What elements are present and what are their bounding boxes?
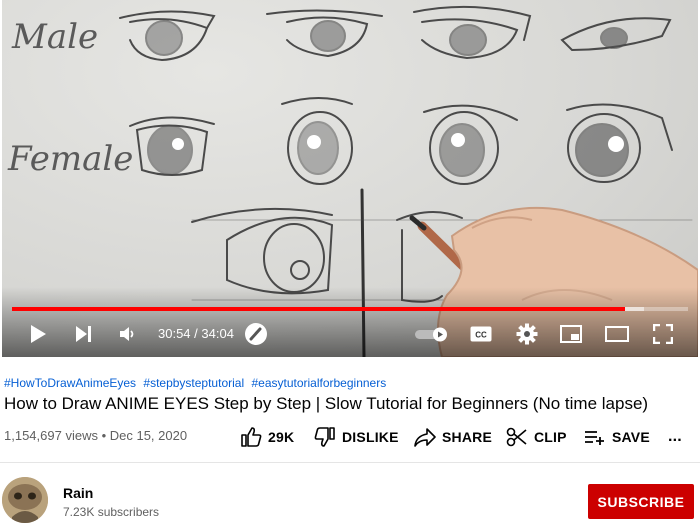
section-divider: [0, 462, 700, 463]
miniplayer-toggle[interactable]: [242, 320, 270, 348]
scissors-icon: [506, 427, 527, 447]
miniplayer-toggle-icon: [245, 323, 267, 345]
save-button[interactable]: SAVE: [584, 424, 650, 450]
dislike-button[interactable]: DISLIKE: [314, 424, 399, 450]
captions-icon: CC: [470, 326, 492, 342]
sketch-label-male: Male: [11, 17, 98, 57]
thumbs-down-icon: [314, 427, 335, 447]
hashtag-list: #HowToDrawAnimeEyes #stepbysteptutorial …: [4, 376, 390, 390]
add-to-playlist-icon: [585, 431, 604, 445]
dislike-label: DISLIKE: [342, 429, 399, 445]
play-button[interactable]: [26, 320, 50, 348]
like-button[interactable]: 29K: [240, 424, 294, 450]
video-meta: 1,154,697 views • Dec 15, 2020: [4, 428, 187, 443]
next-button[interactable]: [72, 320, 96, 348]
svg-text:CC: CC: [475, 331, 487, 340]
subscribe-button[interactable]: SUBSCRIBE: [588, 484, 694, 519]
upload-date: Dec 15, 2020: [109, 428, 188, 443]
avatar-image: [2, 477, 48, 523]
next-icon: [76, 326, 91, 342]
settings-button[interactable]: [514, 320, 540, 348]
hashtag-link[interactable]: #HowToDrawAnimeEyes: [4, 376, 136, 390]
hashtag-link[interactable]: #easytutorialforbeginners: [251, 376, 386, 390]
view-count: 1,154,697 views: [4, 428, 98, 443]
seek-bar-played: [12, 307, 626, 311]
hashtag-link[interactable]: #stepbysteptutorial: [143, 376, 244, 390]
miniplayer-icon: [560, 325, 582, 343]
like-count: 29K: [268, 429, 295, 445]
video-title: How to Draw ANIME EYES Step by Step | Sl…: [4, 394, 649, 413]
meta-separator: •: [97, 428, 110, 443]
current-time: 30:54: [158, 326, 191, 341]
sketch-label-female: Female: [7, 139, 133, 179]
clip-label: CLIP: [534, 429, 567, 445]
video-player[interactable]: Male Female 30:54 / 34:04 CC: [2, 0, 698, 357]
clip-button[interactable]: CLIP: [506, 424, 567, 450]
thumbs-up-icon: [241, 427, 262, 447]
seek-bar[interactable]: [12, 307, 688, 311]
more-actions-button[interactable]: ...: [668, 424, 682, 450]
play-icon: [31, 325, 46, 343]
save-label: SAVE: [612, 429, 650, 445]
autoplay-toggle[interactable]: [414, 320, 450, 348]
miniplayer-button[interactable]: [558, 320, 584, 348]
controls-gradient: [2, 287, 698, 357]
time-display: 30:54 / 34:04: [158, 326, 234, 341]
subscriber-count: 7.23K subscribers: [63, 505, 160, 519]
share-icon: [414, 428, 436, 447]
more-icon: ...: [668, 428, 682, 445]
fullscreen-icon: [653, 324, 673, 344]
volume-icon: [120, 327, 134, 341]
duration: 34:04: [201, 326, 234, 341]
theater-mode-icon: [605, 326, 629, 342]
settings-gear-icon: [516, 323, 538, 345]
time-separator: /: [190, 326, 202, 341]
share-label: SHARE: [442, 429, 493, 445]
channel-name[interactable]: Rain: [63, 485, 93, 501]
captions-button[interactable]: CC: [468, 320, 494, 348]
seek-bar-buffered: [625, 307, 645, 311]
volume-button[interactable]: [116, 320, 140, 348]
theater-mode-button[interactable]: [604, 320, 630, 348]
share-button[interactable]: SHARE: [414, 424, 492, 450]
fullscreen-button[interactable]: [650, 320, 676, 348]
autoplay-toggle-icon: [415, 327, 447, 342]
channel-avatar[interactable]: [2, 477, 48, 523]
